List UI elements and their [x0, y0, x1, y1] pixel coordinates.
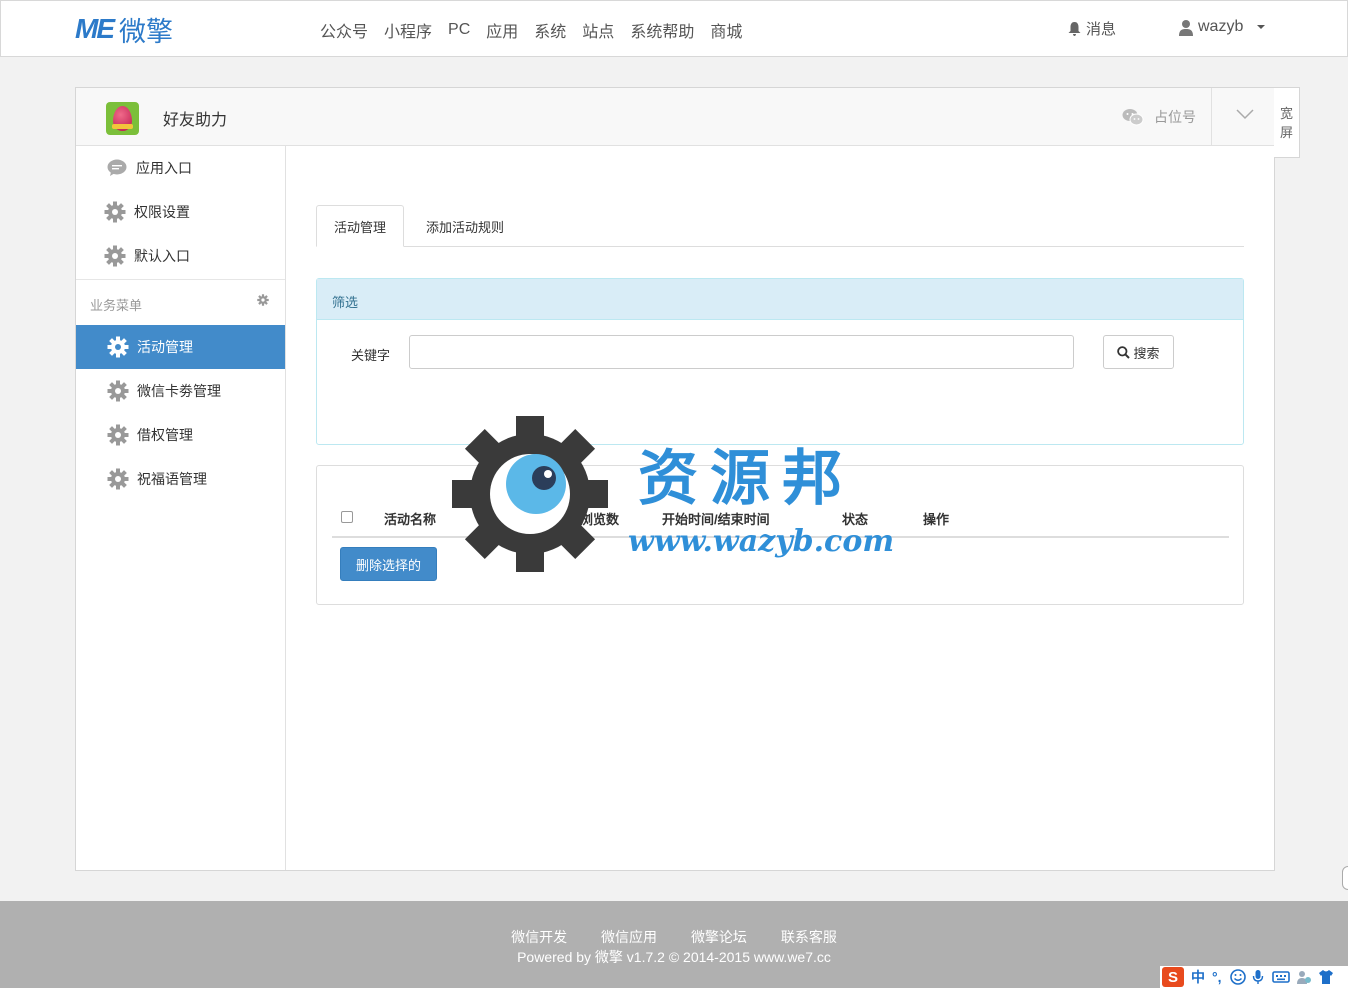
sogou-logo-icon[interactable]: S: [1162, 967, 1184, 987]
logo-mark: ME: [75, 13, 115, 44]
wide-screen-toggle[interactable]: 宽 屏: [1274, 87, 1300, 158]
app-icon: [106, 102, 139, 135]
select-all-checkbox[interactable]: [341, 511, 353, 523]
wide-screen-label: 宽: [1279, 106, 1293, 121]
sidebar-item-greetings[interactable]: 祝福语管理: [76, 457, 285, 501]
wide-screen-label: 屏: [1279, 125, 1293, 140]
search-icon: [1117, 345, 1131, 359]
sidebar-group-header: 业务菜单: [76, 279, 285, 325]
page-footer: 微信开发 微信应用 微擎论坛 联系客服 Powered by 微擎 v1.7.2…: [0, 901, 1348, 988]
content-tabs: 活动管理 添加活动规则: [316, 205, 1244, 247]
sidebar-item-permissions[interactable]: 权限设置: [76, 190, 285, 234]
sidebar-item-card-coupons[interactable]: 微信卡劵管理: [76, 369, 285, 413]
keyboard-icon[interactable]: [1271, 970, 1290, 984]
tab-add-rule[interactable]: 添加活动规则: [420, 205, 510, 247]
gear-icon: [107, 424, 129, 446]
comment-icon: [106, 157, 128, 179]
nav-item[interactable]: 系统: [534, 18, 566, 42]
wechat-icon: [1122, 109, 1144, 126]
table-header: 活动名称 有效参与人数 浏览数 开始时间/结束时间 状态 操作: [332, 486, 1229, 538]
footer-link[interactable]: 微信开发: [511, 929, 567, 945]
delete-selected-button[interactable]: 删除选择的: [340, 547, 437, 581]
footer-copyright: Powered by 微擎 v1.7.2 © 2014-2015 www.we7…: [517, 949, 831, 965]
chevron-down-icon: [1257, 25, 1266, 29]
column-header: 活动名称: [384, 512, 437, 527]
search-button-label: 搜索: [1133, 345, 1160, 361]
ime-punctuation-toggle[interactable]: °,: [1212, 969, 1222, 985]
main-nav: 公众号 小程序 PC 应用 系统 站点 系统帮助 商城: [312, 1, 750, 58]
messages-label: 消息: [1086, 21, 1117, 38]
nav-item[interactable]: 商城: [710, 18, 742, 42]
messages-link[interactable]: 消息: [1067, 18, 1116, 39]
sidebar-item-activity-management[interactable]: 活动管理: [76, 325, 285, 369]
sidebar-item-app-entry[interactable]: 应用入口: [76, 146, 285, 190]
footer-link[interactable]: 联系客服: [781, 929, 837, 945]
activity-list: 活动名称 有效参与人数 浏览数 开始时间/结束时间 状态 操作 删除选择的: [316, 465, 1244, 605]
keyword-input[interactable]: [409, 335, 1074, 369]
bell-icon: [1068, 21, 1081, 36]
skin-shirt-icon[interactable]: [1318, 969, 1334, 985]
footer-link[interactable]: 微信应用: [601, 929, 657, 945]
nav-item[interactable]: PC: [448, 21, 470, 39]
gear-icon[interactable]: [257, 294, 269, 306]
footer-links: 微信开发 微信应用 微擎论坛 联系客服: [0, 927, 1348, 947]
sidebar-item-label: 权限设置: [134, 204, 190, 220]
filter-title: 筛选: [317, 279, 1243, 320]
microphone-icon[interactable]: [1252, 969, 1264, 985]
gear-icon: [107, 336, 129, 358]
sidebar-item-label: 借权管理: [137, 427, 193, 443]
logo-text: 微擎: [119, 16, 173, 47]
column-header: 有效参与人数: [500, 496, 553, 527]
top-navbar: ME 微擎 公众号 小程序 PC 应用 系统 站点 系统帮助 商城 消息 waz…: [0, 0, 1348, 57]
sidebar-item-borrow-auth[interactable]: 借权管理: [76, 413, 285, 457]
sidebar-group-label: 业务菜单: [90, 298, 143, 313]
app-title: 好友助力: [163, 112, 228, 129]
emoji-icon[interactable]: [1229, 969, 1246, 985]
scroll-handle[interactable]: [1342, 866, 1348, 890]
footer-link[interactable]: 微擎论坛: [691, 929, 747, 945]
header-divider: [1211, 88, 1212, 146]
app-panel: 好友助力 占位号 应用入口 权限设置 默认入口 业务菜单 活动管理 微信卡劵管理…: [75, 87, 1275, 871]
nav-item[interactable]: 小程序: [384, 18, 432, 42]
filter-panel: 筛选 关键字 搜索: [316, 278, 1244, 445]
user-menu[interactable]: wazyb: [1178, 18, 1266, 36]
ime-language-toggle[interactable]: 中: [1191, 967, 1205, 987]
column-header: 状态: [842, 512, 869, 527]
column-header: 浏览数: [580, 512, 620, 527]
gear-icon: [104, 201, 126, 223]
gear-icon: [107, 380, 129, 402]
sidebar-item-label: 微信卡劵管理: [137, 383, 221, 399]
nav-item[interactable]: 公众号: [320, 18, 368, 42]
user-icon: [1179, 19, 1193, 36]
sidebar: 应用入口 权限设置 默认入口 业务菜单 活动管理 微信卡劵管理 借权管理 祝福语…: [76, 146, 286, 870]
nav-item[interactable]: 站点: [582, 18, 614, 42]
gear-icon: [107, 468, 129, 490]
tab-activity-management[interactable]: 活动管理: [316, 205, 404, 247]
account-name: 占位号: [1154, 109, 1196, 125]
sidebar-item-label: 活动管理: [137, 339, 193, 355]
column-header: 开始时间/结束时间: [662, 512, 770, 527]
account-switcher[interactable]: 占位号: [1122, 107, 1196, 127]
site-logo[interactable]: ME 微擎: [75, 13, 173, 47]
sidebar-item-label: 默认入口: [134, 248, 190, 264]
username: wazyb: [1198, 18, 1244, 35]
nav-item[interactable]: 系统帮助: [630, 18, 694, 42]
app-header: 好友助力 占位号: [76, 88, 1274, 146]
chevron-down-icon[interactable]: [1236, 108, 1254, 120]
user-settings-icon[interactable]: [1296, 969, 1312, 985]
search-button[interactable]: 搜索: [1103, 335, 1174, 369]
nav-item[interactable]: 应用: [486, 18, 518, 42]
ime-toolbar: S 中 °,: [1160, 966, 1348, 988]
keyword-label: 关键字: [351, 348, 391, 363]
sidebar-item-label: 祝福语管理: [137, 471, 207, 487]
column-header: 操作: [923, 512, 950, 527]
sidebar-item-label: 应用入口: [136, 160, 192, 176]
sidebar-item-default-entry[interactable]: 默认入口: [76, 234, 285, 278]
gear-icon: [104, 245, 126, 267]
